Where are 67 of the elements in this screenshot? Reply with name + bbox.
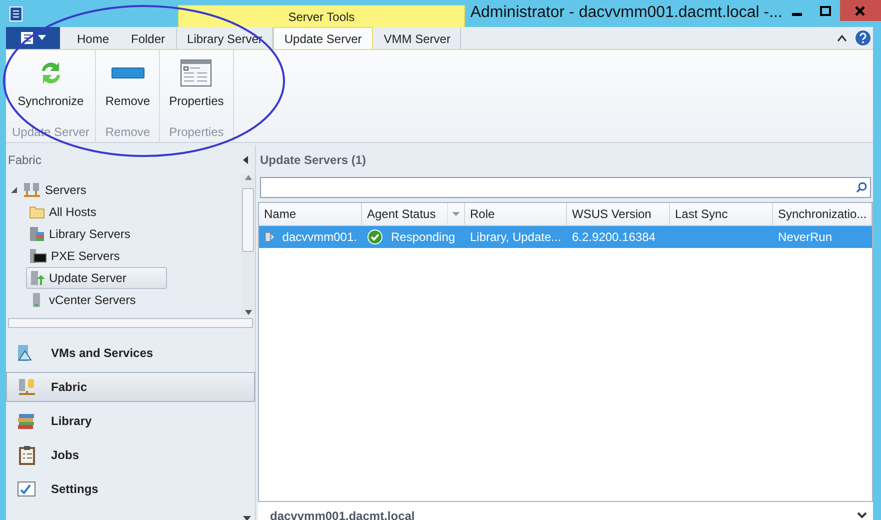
properties-icon bbox=[180, 58, 212, 88]
column-header[interactable]: Last Sync bbox=[670, 203, 773, 225]
app-icon[interactable] bbox=[9, 6, 23, 22]
table-cell: Responding bbox=[391, 230, 456, 244]
help-icon[interactable] bbox=[855, 30, 871, 46]
pxe-server-icon bbox=[29, 248, 47, 264]
workspace-button[interactable]: Fabric bbox=[6, 372, 255, 402]
tree-item[interactable]: All Hosts bbox=[26, 201, 138, 223]
minimize-icon bbox=[792, 12, 802, 16]
ribbon-tab[interactable]: Update Server bbox=[273, 27, 373, 49]
workspace-button[interactable]: VMs and Services bbox=[6, 338, 255, 368]
check-circle-icon bbox=[367, 229, 383, 245]
clipboard-icon bbox=[17, 445, 37, 465]
checklist-icon bbox=[17, 480, 37, 498]
maximize-icon bbox=[820, 6, 831, 16]
list-title: Update Servers (1) bbox=[259, 152, 368, 169]
column-header[interactable]: Name bbox=[259, 203, 362, 225]
tree-item[interactable]: Library Servers bbox=[26, 223, 172, 245]
update-server-icon bbox=[29, 270, 45, 286]
workspace-button[interactable]: Library bbox=[6, 406, 255, 436]
column-header[interactable]: Agent Status bbox=[362, 203, 465, 225]
tree-item[interactable]: vCenter Servers bbox=[26, 289, 177, 311]
close-button[interactable] bbox=[840, 0, 881, 21]
table-cell: 6.2.9200.16384 bbox=[572, 230, 656, 244]
ribbon-tab[interactable]: VMM Server bbox=[372, 27, 462, 49]
table-cell: NeverRun bbox=[778, 230, 832, 244]
pane-title: Fabric bbox=[8, 153, 42, 167]
horizontal-scrollbar[interactable] bbox=[8, 318, 253, 328]
window-title: Administrator - dacvvmm001.dacmt.local -... bbox=[469, 3, 782, 22]
more-workspaces-icon[interactable] bbox=[243, 516, 251, 520]
fabric-icon bbox=[17, 377, 37, 397]
ribbon-button[interactable]: Synchronize bbox=[14, 50, 87, 125]
table-cell: Library, Update... bbox=[470, 230, 562, 244]
collapse-pane-icon[interactable] bbox=[243, 156, 249, 164]
ribbon-tab[interactable]: Folder bbox=[120, 27, 176, 49]
folder-icon bbox=[29, 205, 45, 219]
details-text: dacvvmm001.dacmt.local bbox=[270, 509, 415, 520]
search-icon bbox=[856, 182, 867, 193]
tree-item[interactable]: PXE Servers bbox=[26, 245, 161, 267]
workspace-button[interactable]: Settings bbox=[6, 474, 255, 504]
collapse-ribbon-icon[interactable] bbox=[837, 34, 847, 42]
column-header[interactable]: Synchronizatio... bbox=[773, 203, 872, 225]
scroll-down-icon[interactable] bbox=[244, 310, 252, 315]
contextual-tab-group-label: Server Tools bbox=[178, 5, 466, 27]
servers-icon bbox=[23, 182, 41, 198]
ribbon-button[interactable]: Properties bbox=[166, 50, 227, 125]
vertical-scrollbar[interactable] bbox=[241, 175, 255, 315]
expand-details-icon[interactable] bbox=[857, 512, 867, 520]
ribbon-button[interactable]: Remove bbox=[102, 50, 154, 125]
group-label: Properties bbox=[169, 125, 224, 141]
search-field[interactable] bbox=[260, 177, 871, 198]
group-label: Remove bbox=[105, 125, 150, 141]
library-server-icon bbox=[29, 226, 45, 242]
expanded-arrow-icon[interactable] bbox=[10, 186, 18, 194]
workspace-button[interactable]: Jobs bbox=[6, 440, 255, 470]
scroll-up-icon[interactable] bbox=[244, 175, 252, 180]
tree-item[interactable]: Servers bbox=[20, 179, 128, 201]
file-menu-button[interactable] bbox=[6, 27, 60, 49]
server-icon bbox=[264, 229, 274, 245]
column-header[interactable]: Role bbox=[465, 203, 567, 225]
close-icon bbox=[855, 6, 866, 16]
books-icon bbox=[17, 411, 37, 431]
column-header[interactable]: WSUS Version bbox=[567, 203, 670, 225]
ribbon-tab[interactable]: Home bbox=[66, 27, 120, 49]
caret-icon bbox=[38, 35, 46, 41]
tree-item[interactable]: Update Server bbox=[26, 267, 168, 289]
table-cell: dacvvmm001. bbox=[282, 230, 357, 244]
